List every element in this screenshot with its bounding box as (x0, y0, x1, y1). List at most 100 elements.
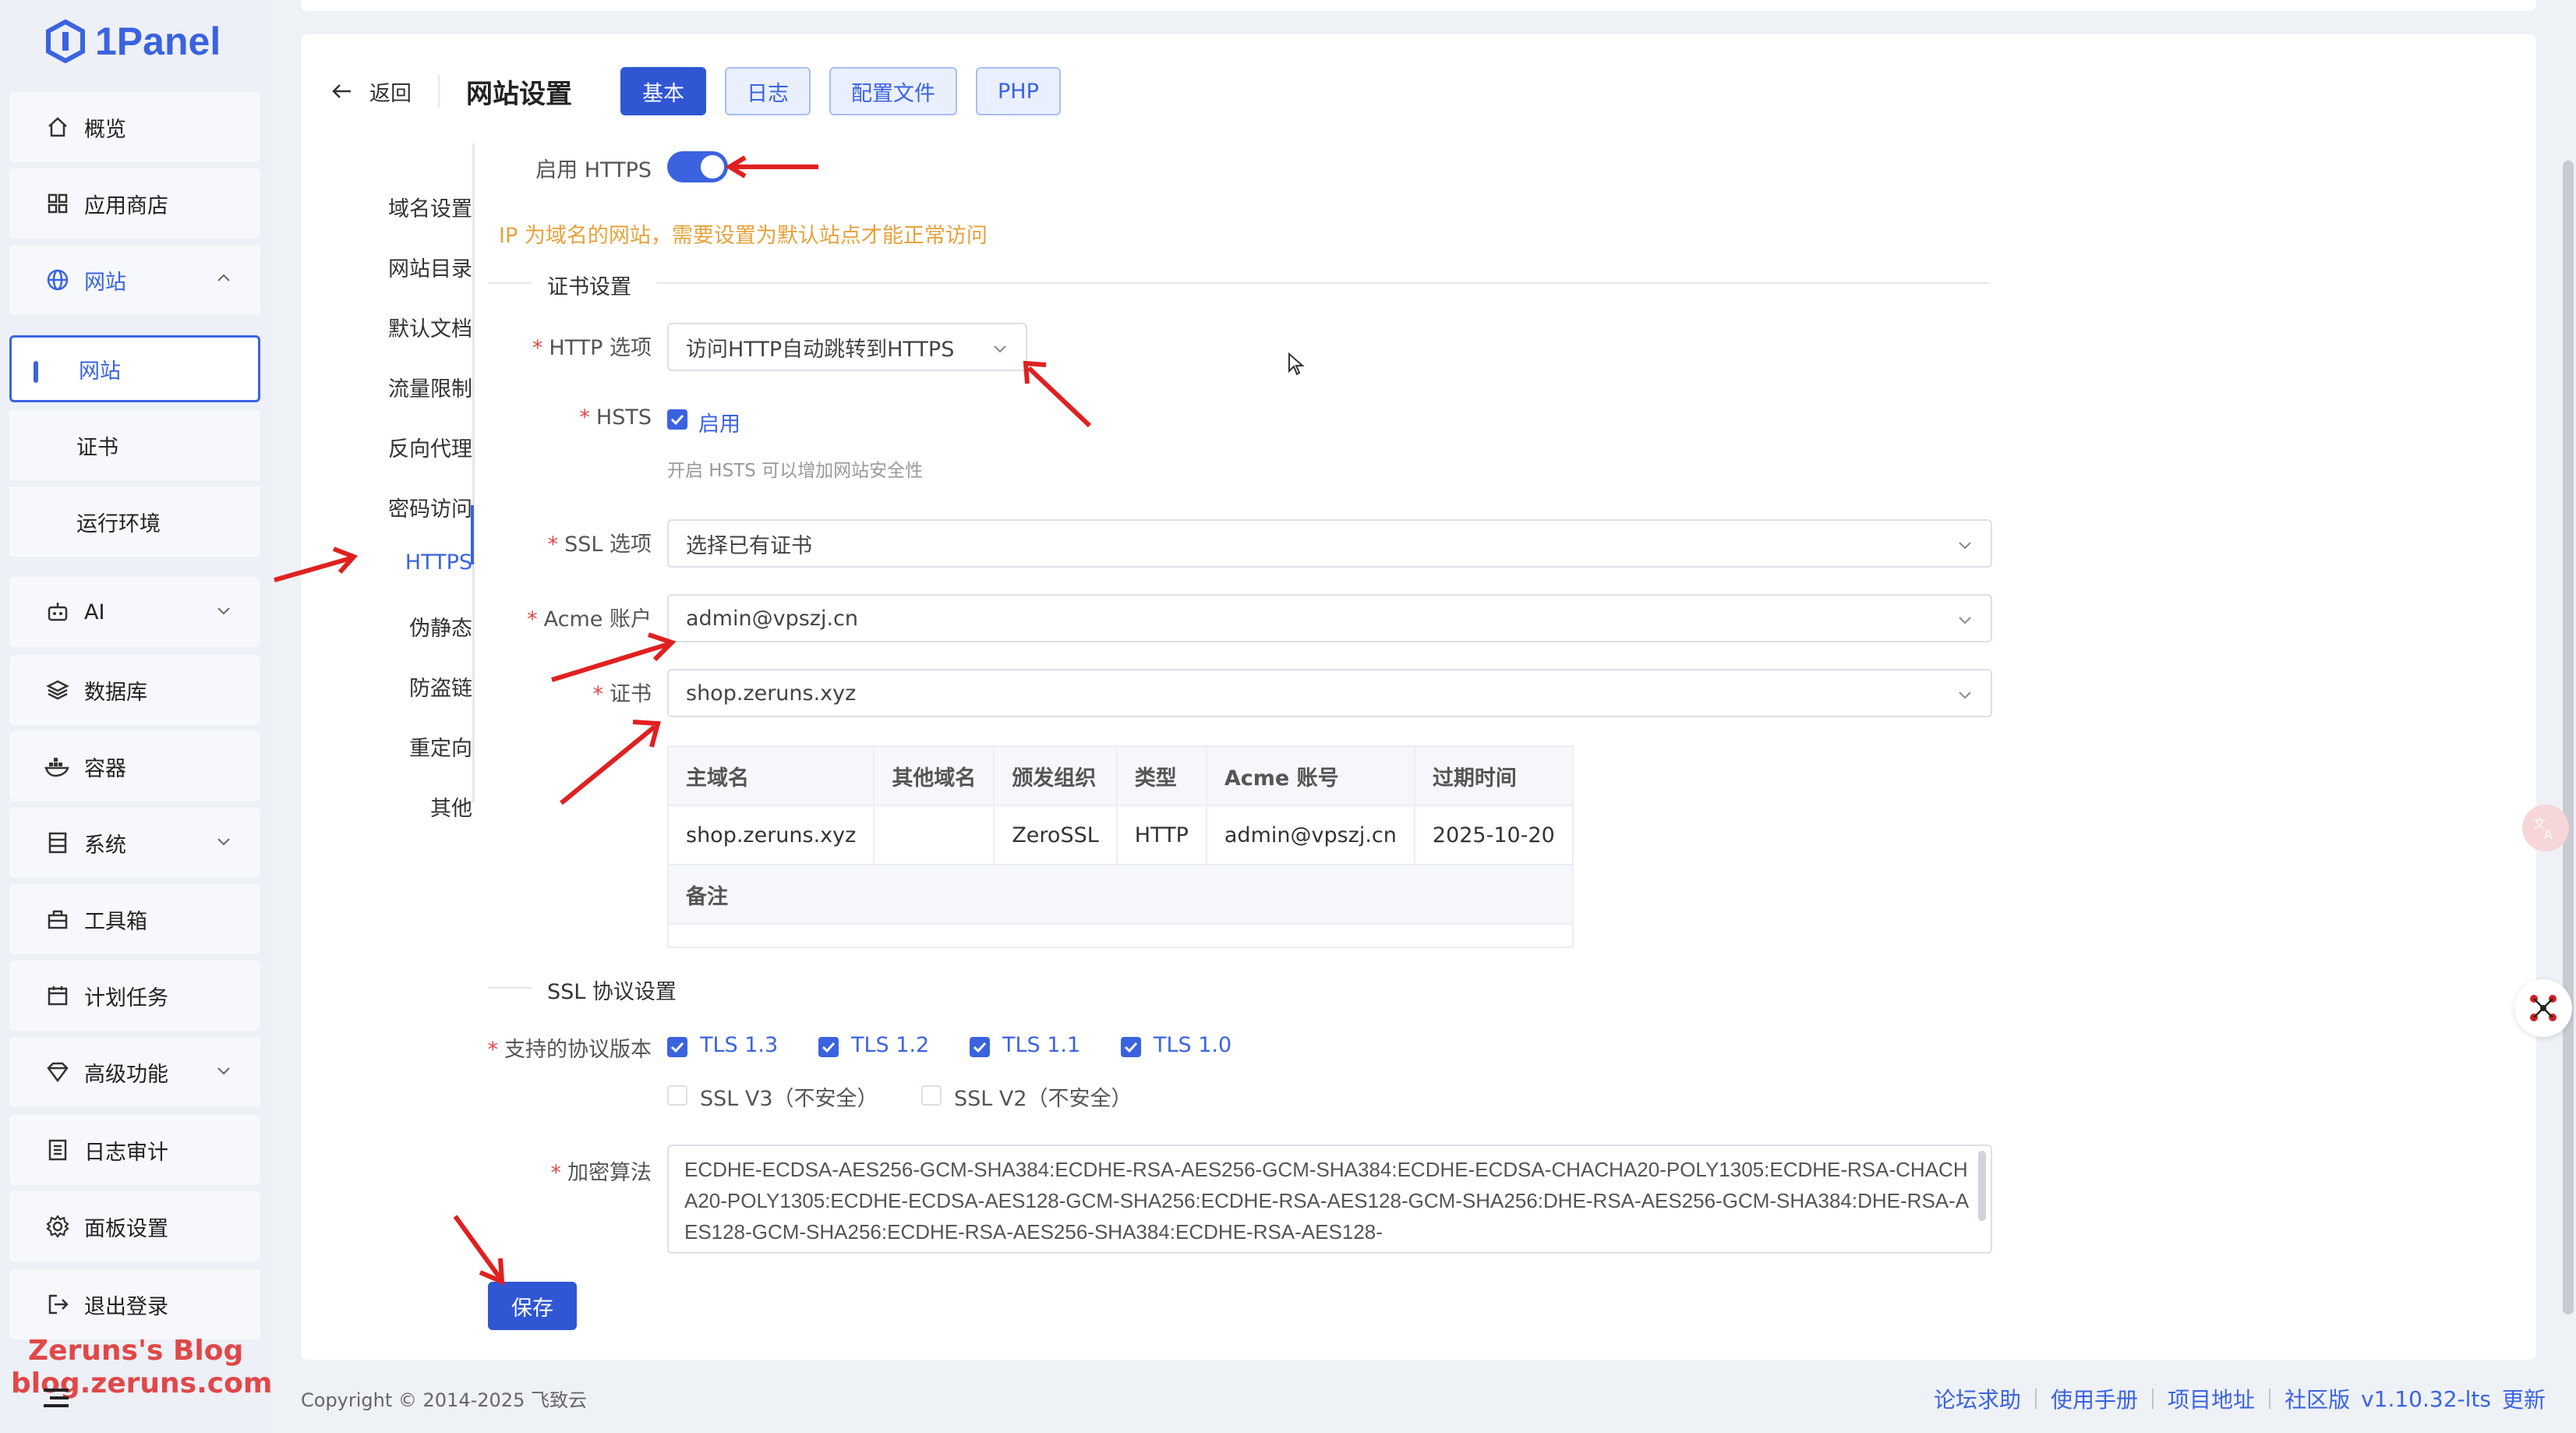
tab-log[interactable]: 日志 (725, 67, 811, 115)
sidebar-item-panel-settings[interactable]: 面板设置 (9, 1191, 260, 1261)
tls11-checkbox[interactable] (970, 1037, 990, 1057)
footer-link-forum[interactable]: 论坛求助 (1934, 1383, 2021, 1414)
menu-item-domain[interactable]: 域名设置 (301, 192, 472, 222)
sidebar-item-label: 网站 (84, 270, 126, 295)
tls13-label[interactable]: TLS 1.3 (700, 1033, 778, 1057)
sidebar-item-log-audit[interactable]: 日志审计 (9, 1115, 260, 1185)
diamond-icon (44, 1058, 72, 1086)
menu-item-redirect[interactable]: 重定向 (301, 731, 472, 762)
log-icon (44, 1136, 72, 1164)
sidebar-item-label: 日志审计 (84, 1140, 168, 1165)
table-cell: admin@vpszj.cn (1205, 805, 1415, 865)
save-button[interactable]: 保存 (488, 1282, 577, 1330)
ssl-option-select[interactable]: 选择已有证书 (667, 519, 1992, 568)
section-line-left (488, 987, 532, 989)
http-option-select[interactable]: 访问HTTP自动跳转到HTTPS (667, 323, 1027, 371)
cert-section-title: 证书设置 (547, 275, 631, 299)
update-link[interactable]: 更新 (2502, 1383, 2546, 1414)
chevron-down-icon (217, 1067, 230, 1075)
ssl-option-label: * SSL 选项 (547, 533, 652, 557)
sidebar-subitem-label: 网站 (79, 359, 121, 384)
footer-link-community[interactable]: 社区版 (2284, 1383, 2350, 1414)
chevron-down-icon (994, 345, 1006, 353)
robot-icon (44, 598, 72, 626)
sidebar-item-label: 系统 (84, 833, 126, 858)
section-line-right (656, 282, 1989, 284)
footer-separator (2269, 1389, 2271, 1409)
certificate-select[interactable]: shop.zeruns.xyz (667, 669, 1992, 717)
tls10-checkbox[interactable] (1121, 1037, 1141, 1057)
chevron-down-icon (1959, 542, 1971, 550)
tab-config-file[interactable]: 配置文件 (829, 67, 957, 115)
sidebar-item-toolbox[interactable]: 工具箱 (9, 884, 260, 954)
sidebar-item-ai[interactable]: AI (9, 577, 260, 647)
sslv3-label[interactable]: SSL V3（不安全） (700, 1081, 878, 1112)
tls10-label[interactable]: TLS 1.0 (1154, 1033, 1231, 1057)
back-button[interactable]: 返回 (330, 76, 412, 107)
sidebar-item-label: 工具箱 (84, 909, 147, 934)
menu-item-site-dir[interactable]: 网站目录 (301, 252, 472, 282)
active-indicator (34, 361, 38, 383)
logo-hexagon-icon (46, 19, 85, 63)
tls13-checkbox[interactable] (667, 1037, 687, 1057)
sidebar-item-advanced[interactable]: 高级功能 (9, 1037, 260, 1107)
network-float-button[interactable] (2514, 979, 2572, 1037)
tls12-label[interactable]: TLS 1.2 (851, 1033, 929, 1057)
sidebar-item-label: 退出登录 (84, 1294, 168, 1319)
gear-icon (44, 1212, 72, 1240)
check-icon (670, 414, 684, 426)
sidebar-item-website[interactable]: 网站 (9, 245, 260, 315)
menu-collapse-icon[interactable] (41, 1386, 72, 1410)
translate-icon: 文A (2533, 816, 2553, 842)
menu-item-reverse-proxy[interactable]: 反向代理 (301, 432, 472, 462)
menu-item-password-access[interactable]: 密码访问 (301, 492, 472, 522)
table-cell: shop.zeruns.xyz (666, 805, 875, 865)
menu-item-rate-limit[interactable]: 流量限制 (301, 372, 472, 402)
sslv2-checkbox[interactable] (921, 1085, 942, 1106)
tls12-checkbox[interactable] (818, 1037, 839, 1057)
cipher-textarea[interactable]: ECDHE-ECDSA-AES256-GCM-SHA384:ECDHE-RSA-… (667, 1145, 1992, 1254)
check-icon (973, 1042, 987, 1053)
layers-icon (44, 676, 72, 704)
page-scrollbar[interactable] (2563, 161, 2574, 1314)
sidebar-subitem-website[interactable]: 网站 (9, 335, 260, 402)
textarea-scrollbar[interactable] (1978, 1151, 1986, 1221)
logo[interactable]: 1Panel (44, 14, 221, 69)
enable-https-switch[interactable] (667, 151, 728, 182)
red-arrow-annotation (453, 1215, 505, 1286)
sidebar-item-label: 高级功能 (84, 1062, 168, 1087)
sidebar-item-overview[interactable]: 概览 (9, 92, 260, 162)
sidebar-subitem-certificate[interactable]: 证书 (9, 410, 260, 480)
tab-basic[interactable]: 基本 (620, 67, 706, 115)
sslv3-checkbox[interactable] (667, 1085, 687, 1106)
sidebar-item-app-store[interactable]: 应用商店 (9, 168, 260, 239)
translate-float-button[interactable]: 文A (2522, 805, 2569, 851)
page-header: 返回 网站设置 基本 日志 配置文件 PHP (330, 65, 1080, 117)
sidebar-item-logout[interactable]: 退出登录 (9, 1269, 260, 1339)
sidebar-item-label: 数据库 (84, 680, 147, 705)
http-option-label: * HTTP 选项 (532, 336, 652, 360)
hsts-checkbox-label[interactable]: 启用 (698, 407, 740, 437)
table-cell (873, 805, 995, 865)
table-header-cell: Acme 账号 (1205, 745, 1415, 806)
acme-account-select[interactable]: admin@vpszj.cn (667, 594, 1992, 642)
header-divider (438, 75, 440, 108)
sslv2-label[interactable]: SSL V2（不安全） (954, 1081, 1133, 1112)
menu-item-other[interactable]: 其他 (301, 791, 472, 822)
footer-link-manual[interactable]: 使用手册 (2051, 1383, 2138, 1414)
table-cell: 2025-10-20 (1413, 805, 1574, 865)
tab-php[interactable]: PHP (976, 67, 1061, 115)
sidebar-item-cron[interactable]: 计划任务 (9, 961, 260, 1031)
sidebar-item-container[interactable]: 容器 (9, 731, 260, 801)
red-arrow-annotation (551, 632, 677, 682)
red-arrow-annotation (725, 155, 818, 179)
sidebar-item-database[interactable]: 数据库 (9, 655, 260, 725)
footer-link-project[interactable]: 项目地址 (2168, 1383, 2255, 1414)
hsts-checkbox[interactable] (667, 409, 687, 430)
sidebar-subitem-runtime[interactable]: 运行环境 (9, 487, 260, 557)
chevron-down-icon (217, 607, 230, 615)
certificate-info-table: 主域名 其他域名 颁发组织 类型 Acme 账号 过期时间 shop.zerun… (666, 745, 1574, 948)
tls11-label[interactable]: TLS 1.1 (1002, 1033, 1080, 1057)
sidebar-item-system[interactable]: 系统 (9, 808, 260, 878)
copyright-text: Copyright © 2014-2025 飞致云 (301, 1389, 587, 1411)
